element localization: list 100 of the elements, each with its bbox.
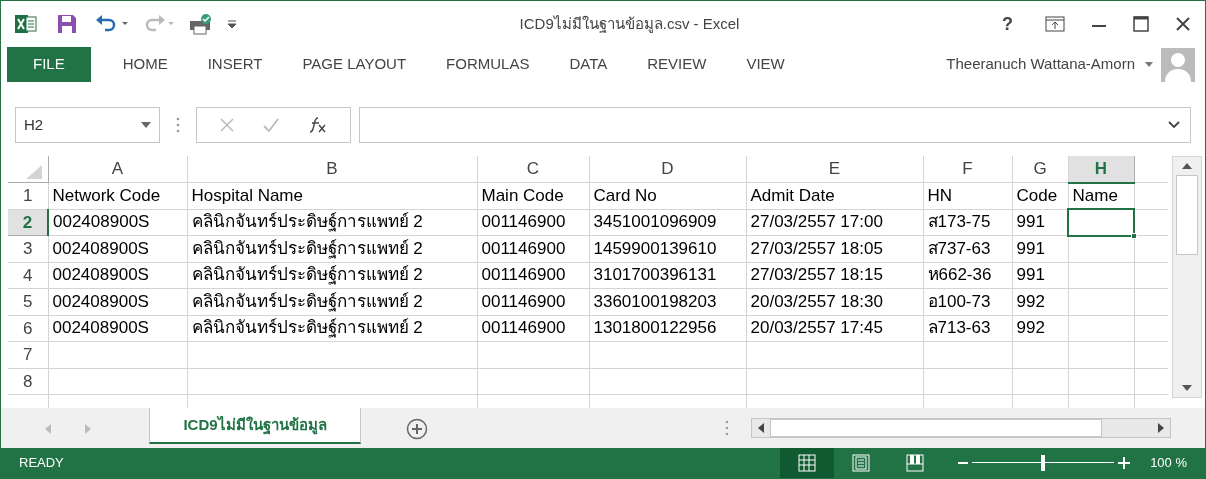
ribbon-tab[interactable]: PAGE LAYOUT [282, 47, 427, 82]
zoom-in-icon[interactable] [1118, 457, 1131, 469]
undo-icon[interactable] [95, 14, 129, 34]
table-cell: 002408900S [48, 209, 187, 236]
table-cell: Main Code [477, 182, 589, 209]
help-button[interactable]: ? [1002, 10, 1013, 38]
table-cell: 20/03/2557 17:45 [746, 315, 923, 342]
caret-icon[interactable] [1145, 61, 1153, 68]
scrollbar-thumb[interactable] [770, 419, 1102, 437]
column-header[interactable]: G [1012, 156, 1068, 183]
normal-view-button[interactable] [780, 448, 835, 478]
ribbon-tab[interactable]: HOME [102, 47, 188, 82]
page-layout-icon [852, 454, 871, 472]
row-header[interactable]: 5 [8, 288, 48, 315]
row-header[interactable]: 4 [8, 262, 48, 289]
name-box[interactable]: H2 [15, 107, 160, 143]
table-cell: อ100-73 [923, 288, 1012, 315]
table-cell: 992 [1012, 288, 1068, 315]
table-cell: Hospital Name [187, 182, 477, 209]
table-cell: 1459900139610 [589, 235, 746, 262]
scroll-down-icon[interactable] [1182, 385, 1192, 391]
sheet-tab[interactable]: ICD9ไม่มีในฐานข้อมูล [149, 408, 361, 444]
column-header[interactable]: A [48, 156, 187, 183]
table-cell: 002408900S [48, 262, 187, 289]
table-cell: Name [1068, 182, 1134, 209]
row-header[interactable]: 2 [8, 209, 48, 236]
table-cell: 3101700396131 [589, 262, 746, 289]
ribbon-display-icon[interactable] [1045, 16, 1065, 32]
expand-icon[interactable] [1168, 121, 1180, 129]
table-cell: Card No [589, 182, 746, 209]
check-icon[interactable] [263, 118, 280, 132]
status-text: READY [19, 454, 64, 473]
close-icon[interactable] [1175, 16, 1191, 32]
row-header[interactable]: 8 [8, 368, 48, 395]
table-cell: 001146900 [477, 288, 589, 315]
scroll-up-icon[interactable] [1182, 163, 1192, 169]
ribbon-tab[interactable]: FORMULAS [426, 47, 550, 82]
row-header[interactable]: 7 [8, 341, 48, 368]
table-cell: 991 [1012, 262, 1068, 289]
customize-icon[interactable] [227, 19, 237, 29]
scroll-right-icon[interactable] [1158, 423, 1164, 433]
table-cell: 001146900 [477, 315, 589, 342]
table-cell: 27/03/2557 17:00 [746, 209, 923, 236]
ribbon-tab[interactable]: VIEW [726, 47, 805, 82]
column-header[interactable]: H [1068, 156, 1134, 183]
table-cell: 002408900S [48, 288, 187, 315]
ribbon-tab[interactable]: REVIEW [627, 47, 727, 82]
column-header[interactable]: C [477, 156, 589, 183]
table-cell: 27/03/2557 18:05 [746, 235, 923, 262]
ribbon-tab[interactable]: INSERT [187, 47, 283, 82]
column-header[interactable]: B [187, 156, 477, 183]
new-sheet-icon[interactable] [406, 418, 428, 440]
table-cell: ล713-63 [923, 315, 1012, 342]
window-title: ICD9ไม่มีในฐานข้อมูล.csv - Excel [519, 13, 740, 35]
page-break-icon [906, 454, 925, 472]
row-header[interactable]: 3 [8, 235, 48, 262]
table-cell: ส737-63 [923, 235, 1012, 262]
table-cell: 3451001096909 [589, 209, 746, 236]
table-cell: 001146900 [477, 209, 589, 236]
maximize-icon[interactable] [1133, 16, 1149, 32]
table-cell: 002408900S [48, 235, 187, 262]
vertical-scrollbar[interactable] [1172, 156, 1202, 398]
table-cell: ห662-36 [923, 262, 1012, 289]
row-header[interactable]: 6 [8, 315, 48, 342]
scroll-left-icon[interactable] [758, 423, 764, 433]
column-header[interactable]: E [746, 156, 923, 183]
horizontal-scrollbar[interactable] [751, 418, 1171, 438]
table-cell: HN [923, 182, 1012, 209]
column-header[interactable]: F [923, 156, 1012, 183]
row-header[interactable]: 1 [8, 182, 48, 209]
table-cell: คลินิกจันทร์ประดิษฐ์การแพทย์ 2 [187, 288, 477, 315]
user-name[interactable]: Theeranuch Wattana-Amorn [946, 53, 1135, 76]
table-cell: 991 [1012, 235, 1068, 262]
column-header[interactable]: D [589, 156, 746, 183]
zoom-thumb[interactable] [1041, 455, 1046, 471]
formula-input[interactable] [359, 107, 1191, 143]
table-cell: 992 [1012, 315, 1068, 342]
scrollbar-thumb[interactable] [1176, 175, 1198, 255]
function-icon[interactable] [309, 117, 328, 133]
active-cell[interactable] [1068, 209, 1134, 236]
printer-icon[interactable] [189, 13, 213, 35]
dropdown-icon[interactable] [141, 122, 151, 128]
file-tab[interactable]: FILE [7, 47, 91, 82]
table-cell: คลินิกจันทร์ประดิษฐ์การแพทย์ 2 [187, 262, 477, 289]
table-cell: 3360100198203 [589, 288, 746, 315]
fill-handle[interactable] [1131, 232, 1137, 239]
table-cell: 1301800122956 [589, 315, 746, 342]
table-cell: คลินิกจันทร์ประดิษฐ์การแพทย์ 2 [187, 235, 477, 262]
grip-icon [725, 420, 729, 436]
zoom-level[interactable]: 100 % [1150, 453, 1187, 473]
table-cell: ส173-75 [923, 209, 1012, 236]
save-icon[interactable] [57, 14, 77, 34]
table-cell: คลินิกจันทร์ประดิษฐ์การแพทย์ 2 [187, 209, 477, 236]
ribbon-tab[interactable]: DATA [549, 47, 628, 82]
table-cell: Code [1012, 182, 1068, 209]
table-cell: คลินิกจันทร์ประดิษฐ์การแพทย์ 2 [187, 315, 477, 342]
grip-icon [176, 117, 180, 133]
zoom-slider[interactable] [972, 455, 1115, 471]
excel-logo-icon[interactable] [15, 13, 37, 35]
table-cell: Admit Date [746, 182, 923, 209]
